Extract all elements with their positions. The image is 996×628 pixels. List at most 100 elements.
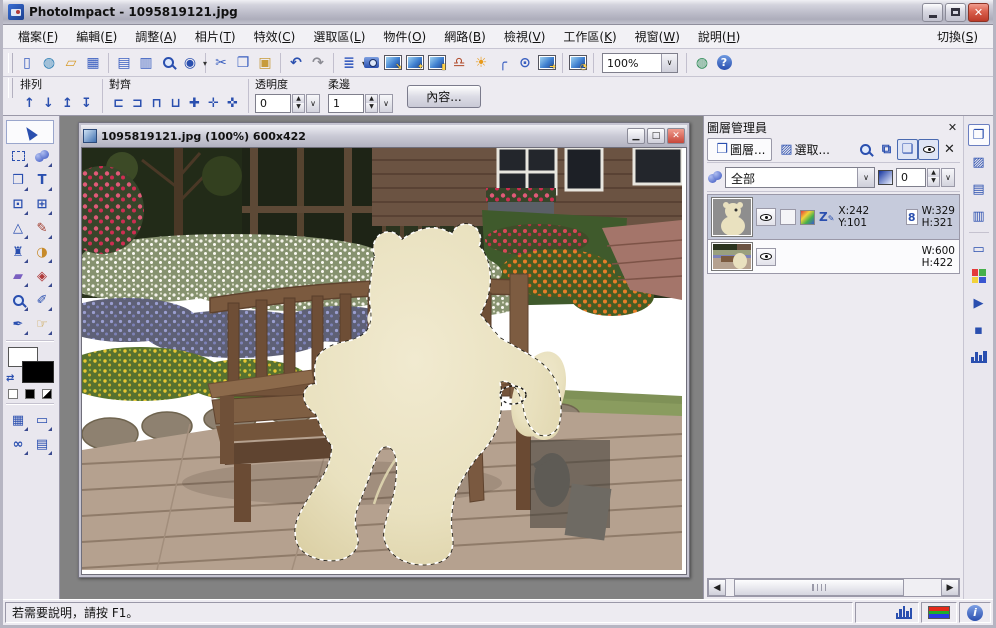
analysis-icon[interactable]: ▮: [427, 53, 447, 73]
send-to-back-icon[interactable]: ↧: [77, 94, 96, 112]
scrollbar-thumb[interactable]: [734, 579, 904, 596]
vignette-icon[interactable]: ⊙: [515, 53, 535, 73]
menu-編輯[interactable]: 編輯(E): [67, 25, 126, 48]
tone-curve-icon[interactable]: ╭: [493, 53, 513, 73]
layer-effects-icon[interactable]: [800, 210, 815, 225]
3d-object-tool[interactable]: [30, 144, 54, 168]
menu-說明[interactable]: 說明(H): [689, 25, 749, 48]
panel-close-icon[interactable]: ✕: [945, 120, 960, 135]
align-left-icon[interactable]: ⊏: [109, 94, 128, 112]
vector-tool[interactable]: △: [6, 216, 30, 240]
quick-fix-icon[interactable]: ✦: [405, 53, 425, 73]
menu-switch[interactable]: 切換(S): [928, 25, 987, 48]
menu-檔案[interactable]: 檔案(F): [9, 25, 67, 48]
zoom-tool[interactable]: [6, 288, 30, 312]
align-bottom-icon[interactable]: ⊔: [166, 94, 185, 112]
browse-icon[interactable]: ◉: [180, 53, 200, 73]
new-web-icon[interactable]: ◍: [39, 53, 59, 73]
doc-close-button[interactable]: ✕: [667, 128, 685, 144]
zoom-combo[interactable]: 100%∨: [602, 53, 678, 73]
layer-filter-combo[interactable]: 全部 ∨: [725, 167, 875, 188]
pick-object-tool[interactable]: ☞: [30, 312, 54, 336]
selection-tool[interactable]: [6, 144, 30, 168]
layer-opacity-slider-button[interactable]: ∨: [941, 168, 955, 187]
rgb-channels-icon[interactable]: [928, 606, 950, 619]
send-backward-icon[interactable]: ↓: [39, 94, 58, 112]
link-icon[interactable]: 8: [906, 209, 918, 225]
toggle-layers-view-icon[interactable]: ❑: [897, 139, 918, 160]
center-horizontal-icon[interactable]: ✚: [185, 94, 204, 112]
center-both-icon[interactable]: ✜: [223, 94, 242, 112]
macro-panel-icon[interactable]: ▶: [968, 292, 990, 314]
share-web-icon[interactable]: ◍: [692, 53, 712, 73]
screen-capture-icon[interactable]: ↘: [383, 53, 403, 73]
zoom-dropdown-icon[interactable]: ∨: [661, 54, 677, 72]
document-window[interactable]: 1095819121.jpg (100%) 600x422 ▁ □ ✕: [78, 122, 690, 578]
component-designer-icon[interactable]: [968, 265, 990, 287]
tab-layers[interactable]: ❐ 圖層...: [707, 138, 772, 161]
measure-tool[interactable]: ✒: [6, 312, 30, 336]
white-balance-icon[interactable]: ♎: [449, 53, 469, 73]
swap-colors-icon[interactable]: ⇄: [6, 373, 14, 384]
layer-visibility-button[interactable]: [756, 208, 776, 226]
toolbar-grip[interactable]: [8, 53, 13, 73]
layer-row-object[interactable]: Z✎ X:242 Y:101 8 W:329 H:321: [708, 195, 959, 240]
cascade-layers-icon[interactable]: ⧉: [876, 139, 897, 160]
layer-row-base[interactable]: W:600 H:422: [708, 240, 959, 273]
soft-edge-spinner[interactable]: ▲▼: [365, 94, 378, 113]
preview-icon[interactable]: [158, 53, 178, 73]
menu-相片[interactable]: 相片(T): [186, 25, 245, 48]
layer-manager-icon[interactable]: ❐: [968, 124, 990, 146]
zoom-thumbnail-icon[interactable]: [855, 139, 876, 160]
copy-icon[interactable]: ❐: [233, 53, 253, 73]
open-icon[interactable]: ▱: [61, 53, 81, 73]
tab-selection[interactable]: ▨ 選取...: [772, 138, 835, 161]
transparency-slider-button[interactable]: ∨: [306, 94, 320, 113]
eraser-tool[interactable]: ▰: [6, 264, 30, 288]
object-library-icon[interactable]: ▤: [968, 178, 990, 200]
swatch-black[interactable]: [25, 389, 35, 399]
align-right-icon[interactable]: ⊐: [128, 94, 147, 112]
fill-tool[interactable]: ◈: [30, 264, 54, 288]
center-vertical-icon[interactable]: ✛: [204, 94, 223, 112]
image-canvas[interactable]: [81, 147, 687, 575]
delete-layer-icon[interactable]: ✕: [939, 139, 960, 160]
eyedropper-tool[interactable]: ✐: [30, 288, 54, 312]
bring-forward-icon[interactable]: ↑: [20, 94, 39, 112]
histogram-icon[interactable]: [896, 607, 912, 619]
paint-tool[interactable]: ✎: [30, 216, 54, 240]
info-icon[interactable]: i: [967, 605, 983, 621]
maximize-button[interactable]: [945, 3, 966, 22]
transparency-spinner[interactable]: ▲▼: [292, 94, 305, 113]
redo-icon[interactable]: ↷: [308, 53, 328, 73]
background-color-swatch[interactable]: [22, 361, 54, 383]
swatch-mixed[interactable]: [42, 389, 52, 399]
histogram-panel-icon[interactable]: [968, 346, 990, 368]
close-button[interactable]: ✕: [968, 3, 989, 22]
frame-tool[interactable]: ▭: [30, 408, 54, 432]
cut-icon[interactable]: ✂: [211, 53, 231, 73]
new-icon[interactable]: ▯: [17, 53, 37, 73]
pick-tool[interactable]: [6, 120, 54, 144]
minimize-button[interactable]: [922, 3, 943, 22]
scanner-icon[interactable]: ≣: [339, 53, 359, 73]
capture-panel-icon[interactable]: ▪: [968, 319, 990, 341]
menu-網路[interactable]: 網路(B): [435, 25, 495, 48]
menu-物件[interactable]: 物件(O): [374, 25, 435, 48]
print-icon[interactable]: ▤: [114, 53, 134, 73]
save-icon[interactable]: ▦: [83, 53, 103, 73]
properties-button[interactable]: 內容...: [407, 85, 481, 108]
post-to-web-icon[interactable]: ➜: [537, 53, 557, 73]
doc-maximize-button[interactable]: □: [647, 128, 665, 144]
layer-mask-button[interactable]: [780, 209, 796, 225]
text-tool[interactable]: T: [30, 168, 54, 192]
menu-工作區[interactable]: 工作區(K): [554, 25, 625, 48]
swatch-white[interactable]: [8, 389, 18, 399]
paste-icon[interactable]: ▣: [255, 53, 275, 73]
bring-to-front-icon[interactable]: ↥: [58, 94, 77, 112]
document-title-bar[interactable]: 1095819121.jpg (100%) 600x422 ▁ □ ✕: [81, 125, 687, 147]
selection-manager-icon[interactable]: ▨: [968, 151, 990, 173]
layer-visibility-button[interactable]: [756, 248, 776, 266]
combo-dropdown-icon[interactable]: ∨: [857, 168, 874, 187]
path-tool[interactable]: ❒: [6, 168, 30, 192]
